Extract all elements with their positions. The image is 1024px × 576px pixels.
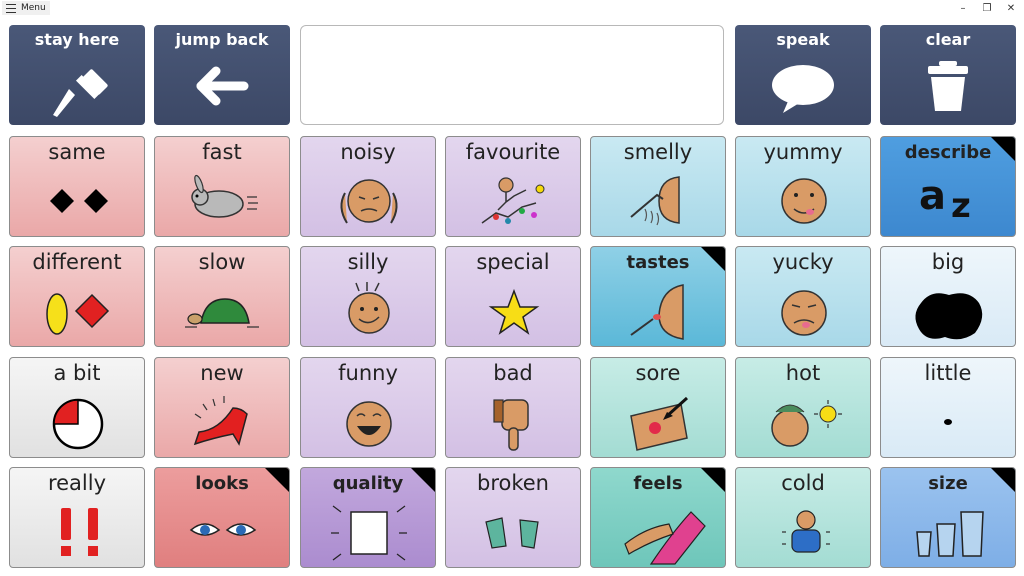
speech-bubble-icon bbox=[772, 65, 834, 113]
tile-slow[interactable]: slow bbox=[154, 246, 290, 347]
tile-little[interactable]: little bbox=[880, 357, 1016, 458]
hamburger-icon bbox=[6, 3, 16, 13]
tile-new[interactable]: new bbox=[154, 357, 290, 458]
speak-button[interactable]: speak bbox=[735, 25, 871, 125]
tile-tastes[interactable]: tastes bbox=[590, 246, 726, 347]
tile-different[interactable]: different bbox=[9, 246, 145, 347]
tile-big[interactable]: big bbox=[880, 246, 1016, 347]
tile-yummy[interactable]: yummy bbox=[735, 136, 871, 237]
quarter-pie-icon bbox=[52, 398, 104, 450]
tile-funny[interactable]: funny bbox=[300, 357, 436, 458]
tile-cold[interactable]: cold bbox=[735, 467, 871, 568]
jump-back-button[interactable]: jump back bbox=[154, 25, 290, 125]
restore-button[interactable]: ❐ bbox=[974, 0, 1000, 16]
tile-looks[interactable]: looks bbox=[154, 467, 290, 568]
sore-wound-icon bbox=[630, 396, 689, 451]
tile-really[interactable]: really bbox=[9, 467, 145, 568]
tile-silly[interactable]: silly bbox=[300, 246, 436, 347]
broken-cup-icon bbox=[485, 517, 539, 549]
thumbs-down-icon bbox=[493, 399, 529, 451]
tortoise-icon bbox=[185, 298, 259, 328]
two-diamonds-icon bbox=[50, 189, 108, 213]
tile-a-bit[interactable]: a bit bbox=[9, 357, 145, 458]
svg-text:z: z bbox=[951, 186, 971, 226]
tile-broken[interactable]: broken bbox=[445, 467, 581, 568]
star-icon bbox=[488, 288, 540, 335]
tile-describe[interactable]: describe a z bbox=[880, 136, 1016, 237]
menu-label: Menu bbox=[21, 3, 46, 13]
covering-ears-face-icon bbox=[340, 179, 398, 224]
pushpin-icon bbox=[53, 69, 108, 117]
clear-button[interactable]: clear bbox=[880, 25, 1016, 125]
tile-yucky[interactable]: yucky bbox=[735, 246, 871, 347]
minimize-button[interactable]: – bbox=[950, 0, 976, 16]
tile-same[interactable]: same bbox=[9, 136, 145, 237]
svg-text:a: a bbox=[919, 173, 946, 219]
tile-hot[interactable]: hot bbox=[735, 357, 871, 458]
licking-lips-face-icon bbox=[781, 178, 827, 224]
touching-fabric-icon bbox=[624, 511, 706, 565]
back-arrow-icon bbox=[196, 66, 249, 106]
shivering-person-icon bbox=[782, 510, 830, 553]
disgusted-face-icon bbox=[781, 290, 827, 336]
tile-special[interactable]: special bbox=[445, 246, 581, 347]
tile-favourite[interactable]: favourite bbox=[445, 136, 581, 237]
eyes-icon bbox=[189, 523, 257, 536]
tile-noisy[interactable]: noisy bbox=[300, 136, 436, 237]
tile-sore[interactable]: sore bbox=[590, 357, 726, 458]
laughing-face-icon bbox=[346, 401, 392, 447]
tile-smelly[interactable]: smelly bbox=[590, 136, 726, 237]
title-bar: Menu – ❐ ✕ bbox=[0, 0, 1024, 16]
close-button[interactable]: ✕ bbox=[998, 0, 1024, 16]
stay-here-button[interactable]: stay here bbox=[9, 25, 145, 125]
shiny-shoe-icon bbox=[193, 396, 248, 446]
oval-and-diamond-icon bbox=[46, 293, 110, 335]
quality-square-icon bbox=[331, 505, 407, 561]
exclamation-marks-icon bbox=[61, 508, 98, 556]
hot-sun-face-icon bbox=[771, 400, 842, 447]
tile-feels[interactable]: feels bbox=[590, 467, 726, 568]
running-rabbit-icon bbox=[191, 174, 258, 218]
silly-face-icon bbox=[348, 282, 390, 334]
menu-button[interactable]: Menu bbox=[2, 1, 50, 15]
tile-fast[interactable]: fast bbox=[154, 136, 290, 237]
az-letters-icon: a z bbox=[919, 173, 971, 226]
tile-bad[interactable]: bad bbox=[445, 357, 581, 458]
trash-can-icon bbox=[928, 61, 968, 111]
big-blob-icon bbox=[915, 293, 983, 340]
small-dot-icon bbox=[944, 419, 952, 425]
tile-quality[interactable]: quality bbox=[300, 467, 436, 568]
tile-size[interactable]: size bbox=[880, 467, 1016, 568]
tasting-mouth-icon bbox=[630, 284, 684, 340]
message-bar[interactable] bbox=[300, 25, 724, 125]
three-glasses-icon bbox=[916, 511, 984, 557]
smelly-nose-icon bbox=[630, 176, 680, 226]
favourite-pick-icon bbox=[481, 177, 545, 224]
